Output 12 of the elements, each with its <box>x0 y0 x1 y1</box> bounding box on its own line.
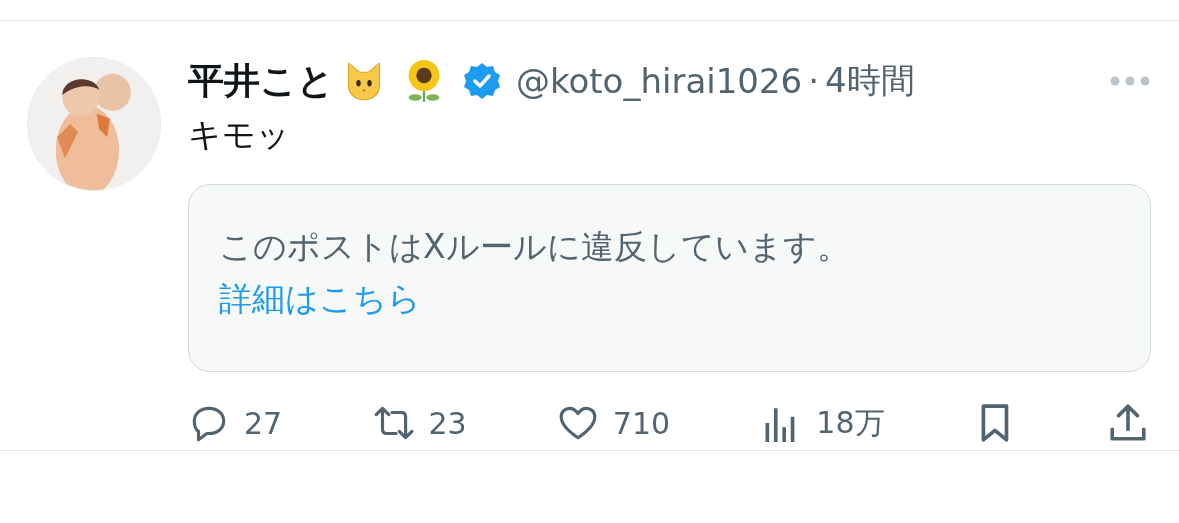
views-button[interactable]: 18万 <box>760 402 885 444</box>
share-icon <box>1107 402 1149 444</box>
reply-button[interactable]: 27 <box>188 402 283 444</box>
post-text: キモッ <box>188 114 291 156</box>
violation-notice: このポストはXルールに違反しています。 詳細はこちら <box>188 184 1151 372</box>
author-name[interactable]: 平井こと <box>188 56 334 106</box>
repost-button[interactable]: 23 <box>372 402 467 444</box>
author-handle[interactable]: @koto_hirai1026 <box>516 61 803 101</box>
share-button[interactable] <box>1107 402 1149 444</box>
separator-dot: · <box>808 61 819 101</box>
post-time[interactable]: 4時間 <box>825 58 915 104</box>
like-button[interactable]: 710 <box>556 402 671 444</box>
